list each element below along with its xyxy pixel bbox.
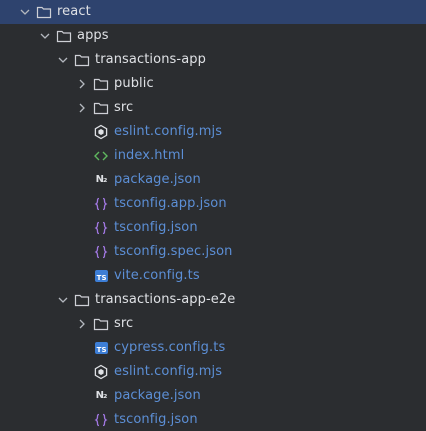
- tree-row-label: apps: [77, 28, 109, 43]
- folder-icon: [74, 292, 90, 308]
- typescript-icon: TS: [93, 268, 109, 284]
- tree-row-label: tsconfig.app.json: [114, 196, 227, 211]
- tree-row-package-json-e2e[interactable]: N₂ package.json: [0, 384, 426, 408]
- tree-row-src[interactable]: src: [0, 96, 426, 120]
- tree-row-tsconfig-json[interactable]: tsconfig.json: [0, 216, 426, 240]
- tree-row-label: vite.config.ts: [114, 268, 200, 283]
- folder-icon: [93, 100, 109, 116]
- tree-row-label: package.json: [114, 172, 201, 187]
- chevron-down-icon[interactable]: [56, 53, 70, 67]
- chevron-right-icon[interactable]: [75, 77, 89, 91]
- tree-row-label: src: [114, 316, 134, 331]
- json-icon: [93, 220, 109, 236]
- chevron-down-icon[interactable]: [38, 29, 52, 43]
- tree-row-public[interactable]: public: [0, 72, 426, 96]
- tree-row-label: transactions-app: [95, 52, 206, 67]
- tree-row-label: public: [114, 76, 154, 91]
- tree-row-package-json[interactable]: N₂ package.json: [0, 168, 426, 192]
- tree-row-eslint-config-e2e[interactable]: eslint.config.mjs: [0, 360, 426, 384]
- tree-row-src-e2e[interactable]: src: [0, 312, 426, 336]
- tree-row-label: eslint.config.mjs: [114, 124, 223, 139]
- tree-row-label: index.html: [114, 148, 185, 163]
- tree-row-transactions-app-e2e[interactable]: transactions-app-e2e: [0, 288, 426, 312]
- tree-row-react[interactable]: react: [0, 0, 426, 24]
- json-icon: [93, 412, 109, 428]
- eslint-icon: [93, 124, 109, 140]
- folder-icon: [93, 316, 109, 332]
- tree-row-label: react: [57, 4, 91, 19]
- tree-row-label: src: [114, 100, 134, 115]
- chevron-down-icon[interactable]: [56, 293, 70, 307]
- json-icon: [93, 244, 109, 260]
- folder-icon: [93, 76, 109, 92]
- tree-row-tsconfig-spec-json[interactable]: tsconfig.spec.json: [0, 240, 426, 264]
- chevron-right-icon[interactable]: [75, 317, 89, 331]
- tree-row-apps[interactable]: apps: [0, 24, 426, 48]
- npm-icon-text: N₂: [95, 174, 108, 185]
- eslint-icon: [93, 364, 109, 380]
- chevron-down-icon[interactable]: [18, 5, 32, 19]
- folder-icon: [74, 52, 90, 68]
- tree-row-label: tsconfig.json: [114, 412, 198, 427]
- json-icon: [93, 196, 109, 212]
- tree-row-cypress-config[interactable]: TS cypress.config.ts: [0, 336, 426, 360]
- tree-row-transactions-app[interactable]: transactions-app: [0, 48, 426, 72]
- npm-icon: N₂: [93, 388, 109, 404]
- project-tree: react apps transactions-app public src e…: [0, 0, 426, 431]
- chevron-right-icon[interactable]: [75, 101, 89, 115]
- tree-row-tsconfig-json-e2e[interactable]: tsconfig.json: [0, 408, 426, 431]
- tree-row-eslint-config[interactable]: eslint.config.mjs: [0, 120, 426, 144]
- tree-row-label: eslint.config.mjs: [114, 364, 223, 379]
- folder-icon: [56, 28, 72, 44]
- tree-row-label: transactions-app-e2e: [95, 292, 236, 307]
- typescript-icon: TS: [93, 340, 109, 356]
- tree-row-vite-config[interactable]: TS vite.config.ts: [0, 264, 426, 288]
- tree-row-label: tsconfig.json: [114, 220, 198, 235]
- tree-row-index-html[interactable]: index.html: [0, 144, 426, 168]
- folder-icon: [36, 4, 52, 20]
- typescript-icon-text: TS: [94, 270, 108, 282]
- tree-row-label: package.json: [114, 388, 201, 403]
- npm-icon: N₂: [93, 172, 109, 188]
- tree-row-tsconfig-app-json[interactable]: tsconfig.app.json: [0, 192, 426, 216]
- typescript-icon-text: TS: [94, 342, 108, 354]
- html-icon: [93, 148, 109, 164]
- npm-icon-text: N₂: [95, 390, 108, 401]
- tree-row-label: tsconfig.spec.json: [114, 244, 233, 259]
- tree-row-label: cypress.config.ts: [114, 340, 226, 355]
